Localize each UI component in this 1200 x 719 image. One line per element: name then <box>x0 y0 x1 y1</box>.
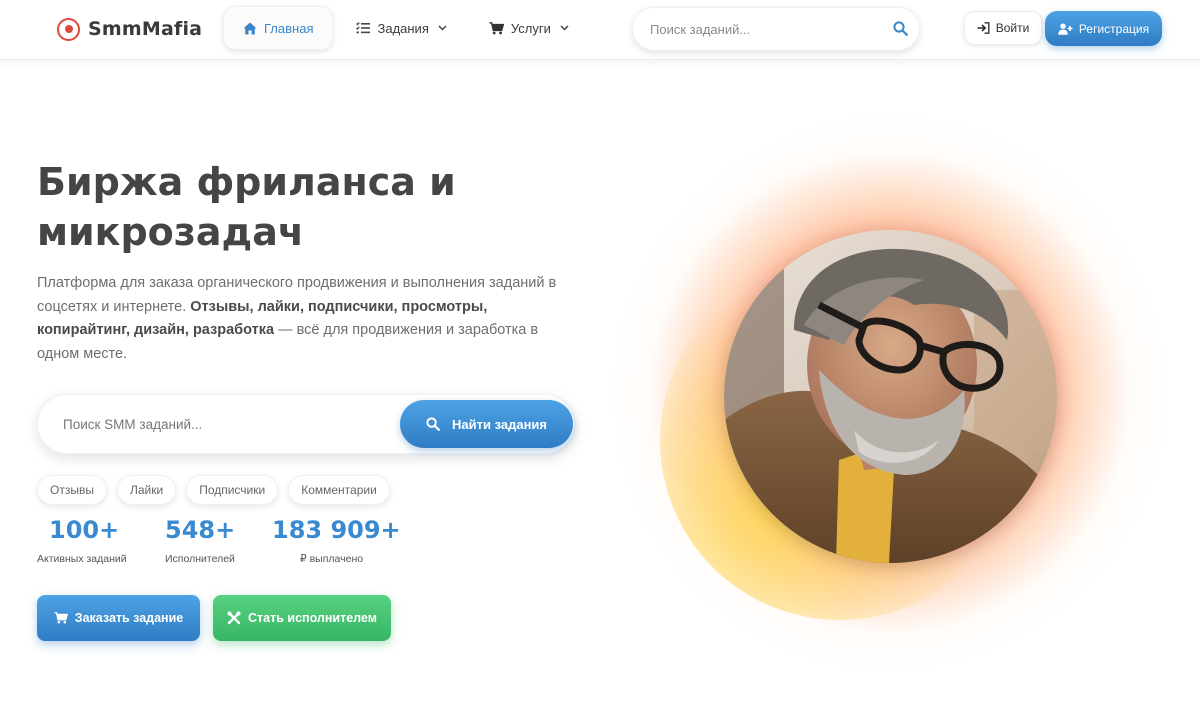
stat-value: 183 909+ <box>272 516 401 544</box>
stat-value: 100+ <box>49 516 120 544</box>
find-tasks-label: Найти задания <box>451 416 547 432</box>
order-task-button[interactable]: Заказать задание <box>37 595 200 641</box>
stat-paid: 183 909+ ₽ выплачено <box>272 515 432 565</box>
nav-item-services-label: Услуги <box>510 20 551 36</box>
order-task-label: Заказать задание <box>74 611 184 625</box>
hero-portrait-image <box>724 230 1057 563</box>
hero-search-input[interactable] <box>63 394 383 454</box>
home-icon <box>243 22 257 35</box>
user-plus-icon <box>1058 23 1073 35</box>
logo-text: SmmMafia <box>88 18 203 40</box>
header-search-input[interactable] <box>650 7 880 51</box>
tag-chips: Отзывы Лайки Подписчики Комментарии <box>37 475 400 505</box>
find-tasks-button[interactable]: Найти задания <box>400 400 573 448</box>
cart-icon <box>489 21 504 35</box>
logo[interactable]: SmmMafia <box>57 16 202 42</box>
cart-icon <box>54 612 68 624</box>
stat-label: Активных заданий <box>37 553 127 565</box>
hero-description: Платформа для заказа органического продв… <box>37 272 582 366</box>
hero-search: Найти задания <box>37 394 575 454</box>
search-icon <box>426 417 440 431</box>
logo-mark-icon <box>57 17 80 41</box>
nav-item-services[interactable]: Услуги <box>470 6 588 50</box>
nav-item-home-label: Главная <box>264 20 314 36</box>
search-icon[interactable] <box>893 21 908 41</box>
nav-item-tasks-label: Задания <box>377 20 429 36</box>
register-button[interactable]: Регистрация <box>1045 11 1162 46</box>
stat-active-tasks: 100+ Активных заданий <box>37 515 177 565</box>
chip-likes[interactable]: Лайки <box>116 475 177 505</box>
hero-title: Биржа фриланса и микрозадач <box>37 160 456 254</box>
become-executor-button[interactable]: Стать исполнителем <box>213 595 391 641</box>
become-executor-label: Стать исполнителем <box>248 611 377 625</box>
nav-item-home[interactable]: Главная <box>223 6 334 50</box>
chip-comments[interactable]: Комментарии <box>288 475 390 505</box>
top-header: SmmMafia Главная Задания Услуги Поиск за… <box>0 0 1200 60</box>
stat-label: ₽ выплачено <box>300 553 364 565</box>
main-nav: Главная Задания Услуги <box>223 6 588 50</box>
sign-in-icon <box>977 22 990 34</box>
register-label: Регистрация <box>1078 21 1150 36</box>
chevron-down-icon <box>560 25 569 31</box>
chip-subscribers[interactable]: Подписчики <box>186 475 279 505</box>
tools-icon <box>227 611 241 625</box>
list-icon <box>356 22 371 34</box>
header-search <box>632 7 920 51</box>
login-label: Войти <box>995 21 1030 35</box>
login-button[interactable]: Войти <box>964 11 1042 45</box>
chip-reviews[interactable]: Отзывы <box>37 475 107 505</box>
nav-item-tasks[interactable]: Задания <box>337 6 465 50</box>
chevron-down-icon <box>438 25 447 31</box>
